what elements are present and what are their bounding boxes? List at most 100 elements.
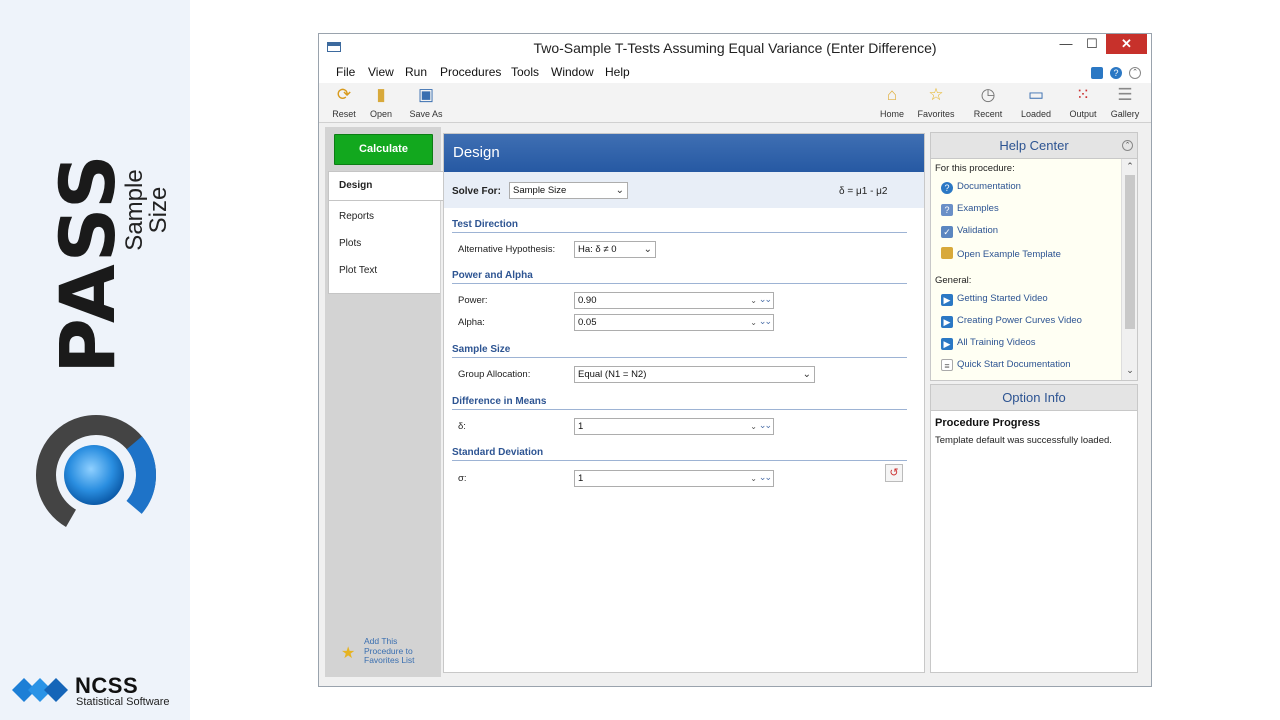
menu-bar: File View Run Procedures Tools Window He… (319, 61, 1151, 83)
output-label: Output (1069, 109, 1097, 119)
getting-started-label: Getting Started Video (957, 293, 1048, 304)
loaded-label: Loaded (1020, 109, 1052, 119)
value-picker-icon[interactable]: ⌄⌄ (759, 314, 772, 329)
option-info-header: Option Info (931, 385, 1137, 411)
collapse-icon[interactable]: ⌃ (1122, 140, 1133, 151)
value-picker-icon[interactable]: ⌄⌄ (759, 470, 772, 485)
solve-for-row: Solve For: Sample Size ⌄ δ = μ1 - μ2 (444, 172, 924, 208)
tab-design[interactable]: Design (328, 171, 445, 201)
play-video-icon[interactable] (1091, 67, 1103, 79)
open-template-label: Open Example Template (957, 249, 1061, 260)
scroll-down-icon[interactable]: ⌄ (1122, 365, 1138, 376)
menu-procedures[interactable]: Procedures (440, 65, 501, 79)
delta-value: 1 (578, 421, 584, 432)
star-icon: ☆ (928, 85, 944, 104)
help-center-title: Help Center (999, 138, 1069, 153)
minimize-button[interactable]: — (1053, 34, 1079, 54)
alt-hypothesis-value: Ha: δ ≠ 0 (578, 244, 617, 255)
alpha-input[interactable]: 0.05 ⌄ ⌄⌄ (574, 314, 774, 331)
validation-link[interactable]: ✓ Validation (941, 225, 998, 238)
quick-start-label: Quick Start Documentation (957, 359, 1071, 370)
menu-view[interactable]: View (368, 65, 394, 79)
scroll-thumb[interactable] (1125, 175, 1135, 329)
menu-file[interactable]: File (336, 65, 355, 79)
design-panel: Design Solve For: Sample Size ⌄ δ = μ1 -… (443, 133, 925, 673)
maximize-button[interactable]: ☐ (1079, 34, 1105, 54)
chevron-down-icon[interactable]: ⌄ (750, 293, 757, 308)
close-button[interactable]: ✕ (1106, 34, 1147, 54)
power-curves-video-link[interactable]: ▶ Creating Power Curves Video (941, 315, 1082, 328)
solve-for-select[interactable]: Sample Size ⌄ (509, 182, 628, 199)
document-icon: ≡ (941, 359, 953, 371)
general-label: General: (935, 275, 972, 286)
power-curves-label: Creating Power Curves Video (957, 315, 1082, 326)
section-std-dev: Standard Deviation (452, 447, 907, 461)
loaded-button[interactable]: ▭ Loaded (1014, 85, 1058, 119)
option-info-title: Option Info (1002, 390, 1066, 405)
chevron-down-icon[interactable]: ⌄ (750, 419, 757, 434)
menu-run[interactable]: Run (405, 65, 427, 79)
power-label: Power: (458, 295, 488, 306)
all-training-videos-link[interactable]: ▶ All Training Videos (941, 337, 1036, 350)
value-picker-icon[interactable]: ⌄⌄ (759, 292, 772, 307)
chevron-down-icon[interactable]: ⌄ (750, 471, 757, 486)
video-play-icon: ▶ (941, 316, 953, 328)
favorites-button[interactable]: ☆ Favorites (914, 85, 958, 119)
open-example-template-link[interactable]: Open Example Template (941, 247, 1061, 260)
sample-size-tagline: Sample Size (121, 169, 172, 251)
calculate-button[interactable]: Calculate (334, 134, 433, 165)
collapse-ribbon-icon[interactable]: ⌃ (1129, 67, 1141, 79)
power-input[interactable]: 0.90 ⌄ ⌄⌄ (574, 292, 774, 309)
home-button[interactable]: ⌂ Home (870, 85, 914, 119)
tab-plots[interactable]: Plots (339, 238, 361, 249)
group-allocation-select[interactable]: Equal (N1 = N2) ⌄ (574, 366, 815, 383)
help-icon[interactable]: ? (1110, 67, 1122, 79)
section-difference-means: Difference in Means (452, 396, 907, 410)
examples-link[interactable]: ? Examples (941, 203, 999, 216)
difference-formula: δ = μ1 - μ2 (839, 186, 888, 197)
open-folder-icon (941, 247, 953, 259)
gallery-button[interactable]: ☰ Gallery (1103, 85, 1147, 119)
output-button[interactable]: ⁙ Output (1061, 85, 1105, 119)
menu-window[interactable]: Window (551, 65, 594, 79)
add-to-favorites-link[interactable]: ★ Add This Procedure to Favorites List (341, 636, 436, 671)
alpha-value: 0.05 (578, 317, 597, 328)
save-as-button[interactable]: ▣ Save As (404, 85, 448, 119)
menu-tools[interactable]: Tools (511, 65, 539, 79)
brand-panel: PASS Sample Size NCSS Statistical Softwa… (0, 0, 190, 720)
reset-section-icon[interactable]: ↺ (885, 464, 903, 482)
ncss-name: NCSS (75, 673, 139, 698)
tab-plot-text[interactable]: Plot Text (339, 265, 377, 276)
video-play-icon: ▶ (941, 294, 953, 306)
help-scrollbar[interactable]: ⌃ ⌄ (1121, 159, 1137, 380)
getting-started-video-link[interactable]: ▶ Getting Started Video (941, 293, 1048, 306)
alt-hypothesis-select[interactable]: Ha: δ ≠ 0 ⌄ (574, 241, 656, 258)
tab-reports[interactable]: Reports (339, 211, 374, 222)
section-test-direction: Test Direction (452, 219, 907, 233)
group-allocation-value: Equal (N1 = N2) (578, 369, 647, 380)
documentation-link[interactable]: ? Documentation (941, 181, 1021, 194)
home-icon: ⌂ (886, 85, 898, 104)
chevron-down-icon: ⌄ (615, 185, 624, 196)
sigma-input[interactable]: 1 ⌄ ⌄⌄ (574, 470, 774, 487)
sigma-label: σ: (458, 473, 467, 484)
procedure-progress-title: Procedure Progress (935, 417, 1041, 429)
solve-for-label: Solve For: (452, 186, 501, 197)
menu-help[interactable]: Help (605, 65, 630, 79)
delta-label: δ: (458, 421, 466, 432)
group-allocation-label: Group Allocation: (458, 369, 531, 380)
delta-input[interactable]: 1 ⌄ ⌄⌄ (574, 418, 774, 435)
loaded-windows-icon: ▭ (1027, 85, 1045, 104)
app-window: Two-Sample T-Tests Assuming Equal Varian… (318, 33, 1152, 687)
open-button[interactable]: ▮ Open (359, 85, 403, 119)
chevron-down-icon[interactable]: ⌄ (750, 315, 757, 330)
scroll-up-icon[interactable]: ⌃ (1122, 161, 1138, 172)
quick-start-doc-link[interactable]: ≡ Quick Start Documentation (941, 359, 1071, 371)
value-picker-icon[interactable]: ⌄⌄ (759, 418, 772, 433)
left-nav-pane: Calculate Design Reports Plots Plot Text… (325, 127, 445, 677)
option-info-pane: Option Info Procedure Progress Template … (930, 384, 1138, 673)
examples-doc-icon: ? (941, 204, 953, 216)
recent-button[interactable]: ◷ Recent (966, 85, 1010, 119)
help-circle-icon: ? (941, 182, 953, 194)
home-label: Home (879, 109, 904, 119)
